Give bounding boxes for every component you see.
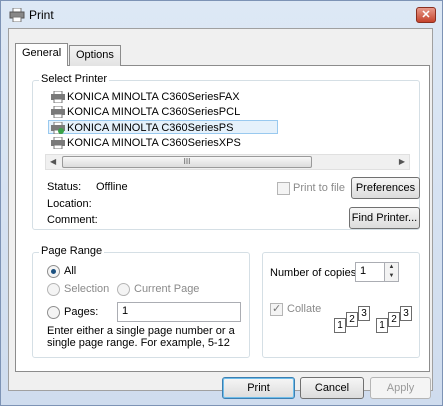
- page-range-hint: Enter either a single page number or a s…: [47, 325, 235, 349]
- printer-name: KONICA MINOLTA C360SeriesPS: [67, 122, 234, 134]
- printer-icon: [51, 106, 65, 118]
- collate-checkbox[interactable]: [270, 302, 283, 316]
- print-button[interactable]: Print: [222, 377, 295, 399]
- apply-button[interactable]: Apply: [370, 377, 431, 399]
- print-to-file-label: Print to file: [293, 182, 345, 194]
- selection-radio[interactable]: [47, 283, 60, 296]
- all-pages-radio[interactable]: [47, 265, 60, 278]
- find-printer-button[interactable]: Find Printer...: [349, 207, 420, 229]
- pages-input[interactable]: 1: [117, 302, 241, 322]
- printer-name: KONICA MINOLTA C360SeriesFAX: [67, 91, 240, 103]
- status-value: Offline: [96, 181, 128, 193]
- printer-list: KONICA MINOLTA C360SeriesFAX KONICA MINO…: [38, 88, 410, 150]
- pages-label: Pages:: [64, 306, 99, 318]
- comment-label: Comment:: [47, 214, 98, 226]
- collate-page: 3: [400, 306, 412, 321]
- collate-page: 1: [334, 318, 346, 333]
- printer-list-scrollbar[interactable]: ◀ III ▶: [45, 154, 410, 170]
- printer-item-ps[interactable]: KONICA MINOLTA C360SeriesPS: [48, 120, 278, 134]
- close-button[interactable]: ✕: [416, 7, 436, 23]
- tab-general[interactable]: General: [15, 43, 69, 66]
- status-label: Status:: [47, 181, 82, 193]
- tab-options[interactable]: Options: [69, 45, 121, 66]
- pages-radio[interactable]: [47, 306, 60, 319]
- printer-name: KONICA MINOLTA C360SeriesPCL: [67, 106, 241, 118]
- current-page-label: Current Page: [134, 283, 200, 295]
- cancel-button[interactable]: Cancel: [300, 377, 364, 399]
- default-printer-icon: [51, 122, 65, 134]
- printer-icon: [51, 137, 65, 149]
- print-to-file-checkbox[interactable]: [277, 182, 290, 195]
- page-range-group-title: Page Range: [39, 245, 105, 257]
- spin-down-icon[interactable]: ▼: [385, 272, 398, 281]
- location-label: Location:: [47, 198, 92, 210]
- collate-page: 2: [346, 312, 358, 327]
- printer-name: KONICA MINOLTA C360SeriesXPS: [67, 137, 241, 149]
- copies-label: Number of copies:: [270, 267, 360, 279]
- printer-icon: [51, 91, 65, 103]
- scroll-left-icon[interactable]: ◀: [50, 157, 56, 166]
- printer-icon: [9, 8, 25, 22]
- copies-input[interactable]: 1: [355, 262, 385, 282]
- collate-illustration-set-2: 1 2 3: [376, 306, 412, 336]
- select-printer-group-title: Select Printer: [39, 73, 110, 85]
- collate-illustration-set-1: 1 2 3: [334, 306, 370, 336]
- all-pages-label: All: [64, 265, 77, 277]
- selection-label: Selection: [64, 283, 110, 295]
- collate-label: Collate: [287, 303, 322, 315]
- preferences-button[interactable]: Preferences: [351, 177, 420, 199]
- collate-page: 3: [358, 306, 370, 321]
- title-bar[interactable]: Print ✕: [1, 1, 442, 29]
- current-page-radio[interactable]: [117, 283, 130, 296]
- window-title: Print: [29, 8, 54, 22]
- collate-page: 1: [376, 318, 388, 333]
- collate-page: 2: [388, 312, 400, 327]
- scroll-thumb[interactable]: III: [62, 156, 312, 168]
- scroll-right-icon[interactable]: ▶: [399, 157, 405, 166]
- copies-spinner[interactable]: ▲ ▼: [384, 262, 399, 282]
- spin-up-icon[interactable]: ▲: [385, 263, 398, 272]
